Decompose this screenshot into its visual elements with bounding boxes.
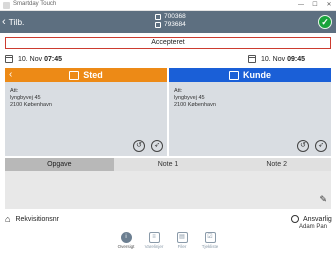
kunde-city: 2100 København — [174, 102, 216, 108]
files-icon: ▤ — [176, 232, 188, 243]
nav-tjekliste[interactable]: ☑ Tjekliste — [196, 231, 224, 253]
back-button[interactable]: ‹ Tilb. — [2, 14, 24, 30]
kunde-street: lyngbyvej 45 — [174, 95, 205, 101]
app-title: Smartday Touch — [13, 1, 57, 7]
minimize-button[interactable]: — — [294, 0, 308, 11]
order-icon — [155, 22, 161, 28]
notes-text-area[interactable]: ✎ — [5, 171, 331, 209]
info-icon: i — [120, 232, 132, 243]
calendar-icon — [248, 55, 256, 63]
nav-filer[interactable]: ▤ Filer — [168, 231, 196, 253]
start-datetime[interactable]: 10. Nov 07:45 — [5, 53, 62, 65]
navigate-icon[interactable]: ➶ — [315, 140, 327, 152]
kunde-title: Kunde — [243, 70, 271, 80]
start-date: 10. Nov — [18, 55, 43, 63]
sted-header[interactable]: ‹ Sted — [5, 68, 167, 82]
list-icon: ≡ — [148, 232, 160, 243]
maximize-button[interactable]: ☐ — [308, 0, 322, 11]
tab-note-1[interactable]: Note 1 — [114, 158, 223, 171]
ansvarlig-name: Adam Pan — [299, 224, 328, 230]
rekvisition-field[interactable]: ⌂ Rekvisitionsnr — [5, 213, 59, 225]
kunde-att: Att: — [174, 88, 183, 94]
sted-title: Sted — [83, 70, 103, 80]
tab-note-2[interactable]: Note 2 — [222, 158, 331, 171]
close-window-button[interactable]: ✕ — [322, 0, 336, 11]
sted-street: lyngbyvej 45 — [10, 95, 41, 101]
top-bar: ‹ Tilb. 700368 793684 ✓ — [0, 11, 336, 33]
window-titlebar: Smartday Touch — ☐ ✕ — [0, 0, 336, 11]
ansvarlig-label: Ansvarlig — [303, 215, 332, 223]
kunde-address: Att: lyngbyvej 45 2100 København — [169, 82, 331, 109]
order-icon — [155, 14, 161, 20]
nav-varelinjer[interactable]: ≡ Varelinjer — [140, 231, 168, 253]
order-ids: 700368 793684 — [155, 13, 195, 29]
checklist-icon: ☑ — [204, 232, 216, 243]
navigate-icon[interactable]: ➶ — [151, 140, 163, 152]
tag-icon: ⌂ — [5, 214, 11, 224]
nav-label: Tjekliste — [201, 244, 219, 249]
end-datetime[interactable]: 10. Nov 09:45 — [248, 53, 305, 65]
kunde-panel: Kunde Att: lyngbyvej 45 2100 København ↺… — [169, 68, 331, 156]
edit-icon[interactable]: ✎ — [319, 194, 327, 205]
person-icon — [291, 215, 299, 223]
history-icon[interactable]: ↺ — [297, 140, 309, 152]
history-icon[interactable]: ↺ — [133, 140, 145, 152]
sted-address: Att: lyngbyvej 45 2100 København — [5, 82, 167, 109]
status-field[interactable]: Accepteret — [5, 37, 331, 49]
nav-label: Filer — [177, 244, 187, 249]
start-time: 07:45 — [44, 55, 63, 63]
contact-card-icon — [229, 70, 239, 80]
back-label: Tilb. — [8, 17, 25, 27]
order-id-2: 793684 — [164, 21, 186, 28]
home-icon — [69, 70, 80, 80]
order-id-1: 700368 — [164, 13, 186, 20]
end-date: 10. Nov — [261, 55, 286, 63]
nav-oversigt[interactable]: i Oversigt — [112, 231, 140, 253]
tab-opgave[interactable]: Opgave — [5, 158, 114, 171]
app-icon — [3, 2, 10, 9]
sted-att: Att: — [10, 88, 19, 94]
nav-label: Oversigt — [117, 244, 135, 249]
bottom-navigation: i Oversigt ≡ Varelinjer ▤ Filer ☑ Tjekli… — [112, 231, 224, 253]
end-time: 09:45 — [287, 55, 306, 63]
sted-panel: ‹ Sted Att: lyngbyvej 45 2100 København … — [5, 68, 167, 156]
calendar-icon — [5, 55, 13, 63]
notes-tabs: Opgave Note 1 Note 2 — [5, 158, 331, 171]
confirm-button[interactable]: ✓ — [318, 15, 332, 29]
kunde-header[interactable]: Kunde — [169, 68, 331, 82]
chevron-left-icon: ‹ — [2, 15, 6, 28]
chevron-left-icon[interactable]: ‹ — [9, 69, 12, 80]
rekvisition-label: Rekvisitionsnr — [15, 215, 60, 223]
nav-label: Varelinjer — [144, 244, 164, 249]
sted-city: 2100 København — [10, 102, 52, 108]
